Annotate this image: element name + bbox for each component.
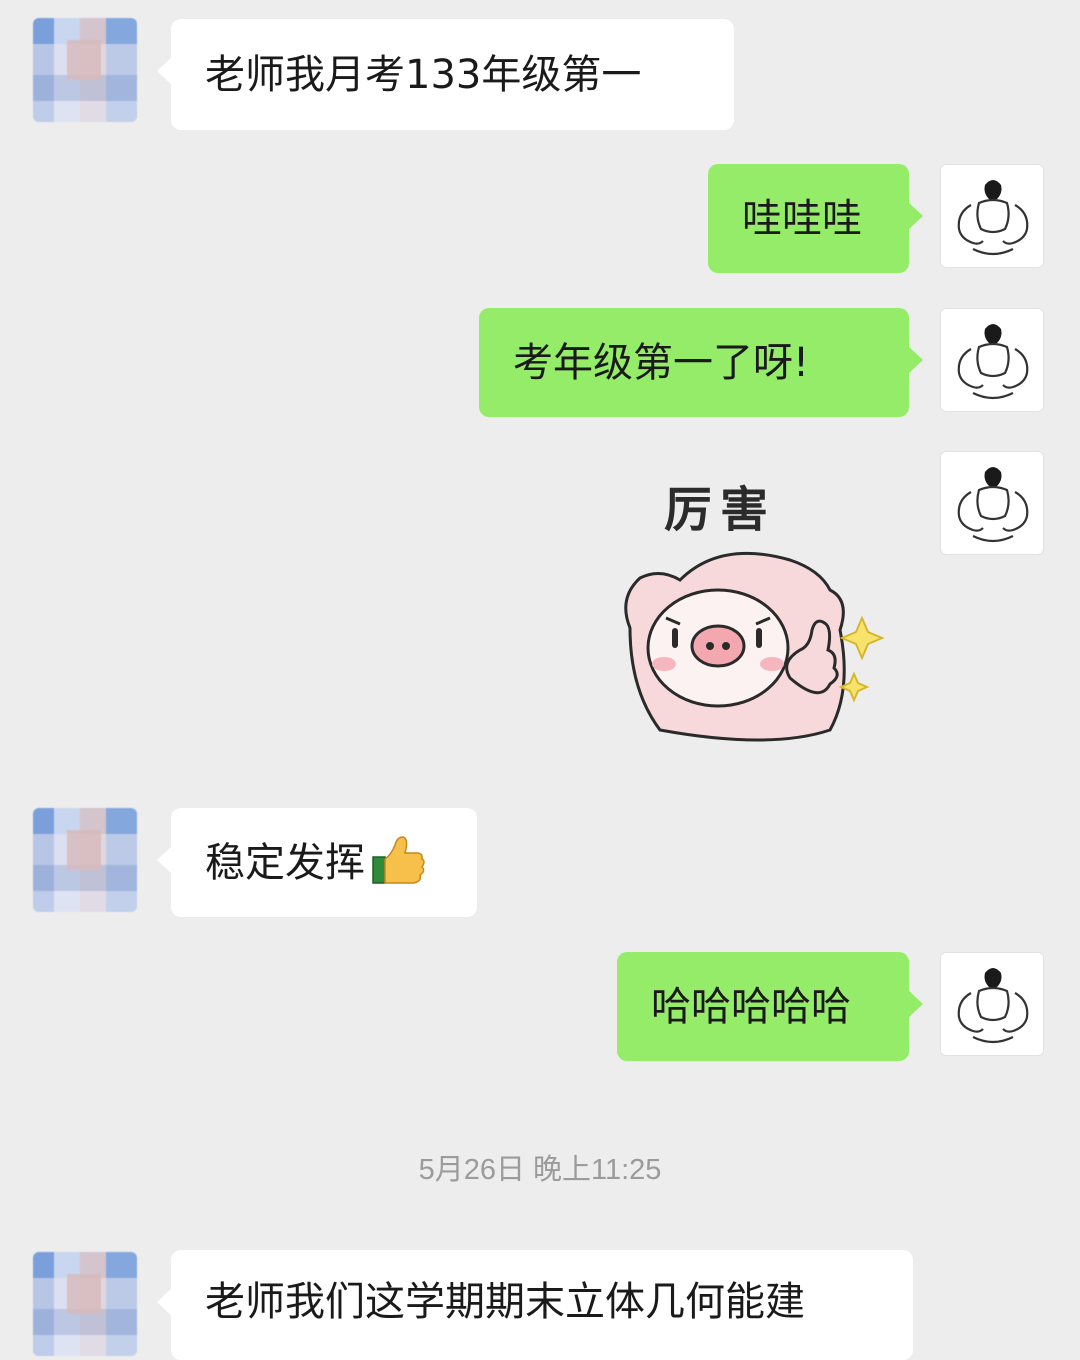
pig-sticker-icon [624, 551, 885, 742]
my-avatar[interactable] [940, 164, 1044, 268]
muscle-man-avatar-icon [957, 324, 1029, 400]
message-bubble-outgoing[interactable]: 哇哇哇 [708, 164, 923, 273]
message-text: 哈哈哈哈哈 [651, 983, 851, 1030]
peer-avatar[interactable] [33, 18, 137, 122]
message-text: 老师我们这学期期末立体几何能建 [205, 1279, 805, 1325]
my-avatar[interactable] [940, 451, 1044, 555]
peer-avatar[interactable] [33, 1252, 137, 1356]
peer-avatar[interactable] [33, 808, 137, 912]
thumbs-up-icon [369, 831, 425, 894]
message-bubble-incoming[interactable]: 老师我们这学期期末立体几何能建 [157, 1250, 913, 1360]
message-bubble-incoming[interactable]: 老师我月考133年级第一 [157, 19, 734, 130]
my-avatar[interactable] [940, 308, 1044, 412]
message-bubble-incoming[interactable]: 稳定发挥 [157, 808, 477, 917]
message-text: 老师我月考133年级第一 [205, 51, 642, 98]
message-bubble-outgoing[interactable]: 哈哈哈哈哈 [617, 952, 923, 1061]
muscle-man-avatar-icon [957, 180, 1029, 256]
message-text: 稳定发挥 [205, 839, 365, 886]
my-avatar[interactable] [940, 952, 1044, 1056]
muscle-man-avatar-icon [957, 467, 1029, 543]
pig-thumbs-up-sticker[interactable]: 厉害 [600, 468, 900, 768]
chat-timestamp: 5月26日 晚上11:25 [418, 1154, 662, 1186]
muscle-man-avatar-icon [957, 968, 1029, 1044]
message-bubble-outgoing[interactable]: 考年级第一了呀! [479, 308, 923, 417]
message-text: 考年级第一了呀! [513, 339, 810, 386]
message-text: 哇哇哇 [742, 195, 862, 242]
